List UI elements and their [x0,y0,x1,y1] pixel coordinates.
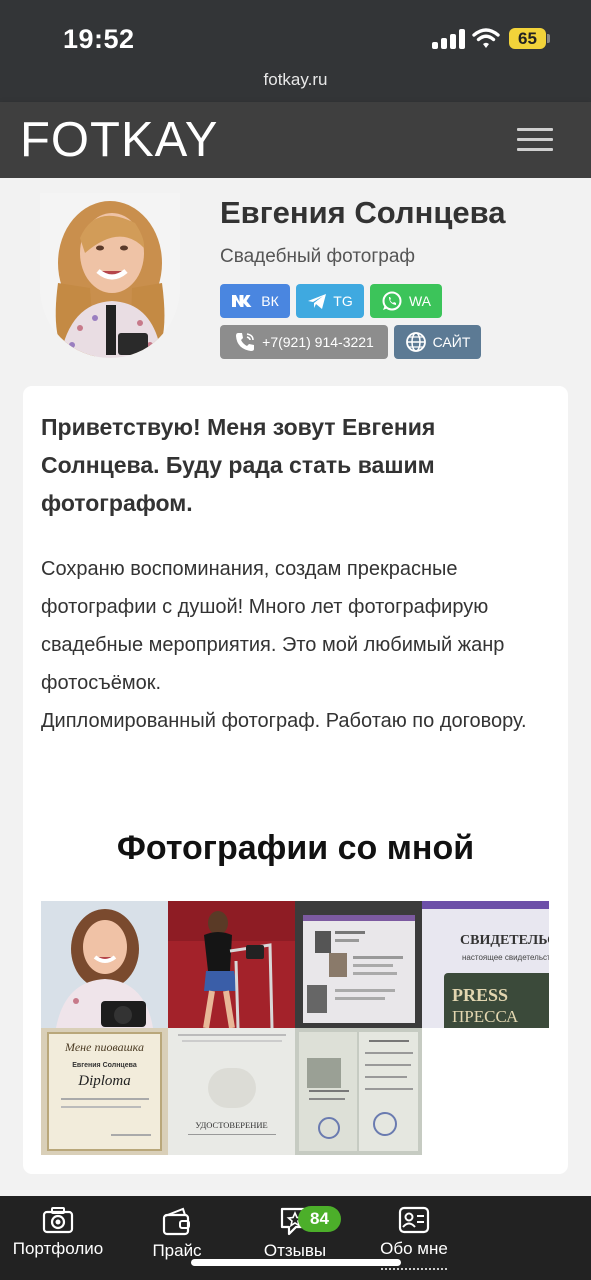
diploma-name: Евгения Солнцева [72,1062,137,1069]
avatar [40,193,180,358]
site-logo[interactable]: FOTKAY [20,112,218,168]
press-certificate-subtitle: настоящее свидетельство в [462,953,549,962]
gallery-photo[interactable]: Мене пиовашка Евгения Солнцева Diploma [41,1028,168,1155]
pressa-label: ПРЕССА [452,1007,519,1026]
status-time: 19:52 [63,24,135,54]
globe-icon [405,332,426,352]
photographer-role: Свадебный фотограф [220,246,416,267]
site-header: FOTKAY [0,102,591,178]
bottom-tab-bar: Портфолио Прайс Отзывы 84 Обо мне [0,1196,591,1280]
gallery-photo[interactable]: УДОСТОВЕРЕНИЕ [168,1028,295,1155]
hamburger-menu-icon[interactable] [517,128,553,154]
about-card: Приветствую! Меня зовут Евгения Солнцева… [23,386,568,1174]
diploma-header: Мене пиовашка [65,1040,144,1054]
telegram-icon [308,293,327,309]
gallery-photo[interactable] [41,901,168,1028]
tab-portfolio[interactable]: Портфолио [8,1206,108,1266]
about-paragraph: Дипломированный фотограф. Работаю по дог… [41,710,527,732]
page: 19:52 65 fotkay.ru FOTKAY Евгения Солнце… [0,0,591,1280]
battery-tip [547,34,550,43]
whatsapp-button[interactable]: WA [370,284,442,318]
profile-header: Евгения Солнцева Свадебный фотограф ВК T… [0,178,591,388]
tab-label: Прайс [152,1241,202,1260]
wallet-icon [162,1207,190,1236]
press-label: PRESS [452,985,509,1005]
address-bar-url[interactable]: fotkay.ru [0,70,591,90]
vk-button-label: ВК [261,293,279,309]
signal-icon [432,29,465,49]
greeting-heading: Приветствую! Меня зовут Евгения Солнцева… [41,414,436,516]
whatsapp-icon [382,291,402,311]
gallery-photo[interactable]: СВИДЕТЕЛЬСТ настоящее свидетельство в PR… [422,901,549,1028]
active-tab-indicator [381,1268,447,1270]
photographer-name: Евгения Солнцева [220,195,506,230]
tab-label: Отзывы [263,1241,327,1260]
whatsapp-button-label: WA [408,293,432,309]
camera-icon [42,1207,74,1234]
telegram-button[interactable]: TG [296,284,364,318]
gallery-photo[interactable] [295,901,422,1028]
vk-icon [232,295,252,307]
home-indicator[interactable] [191,1259,401,1266]
press-certificate-title: СВИДЕТЕЛЬСТ [460,933,549,948]
website-button-label: САЙТ [432,334,471,350]
diploma-title: Diploma [78,1073,131,1089]
wifi-icon [472,28,500,48]
vk-button[interactable]: ВК [220,284,290,318]
udostoverenie-title: УДОСТОВЕРЕНИЕ [195,1120,268,1130]
gallery-title: Фотографии со мной [116,829,475,867]
gallery-photo[interactable] [295,1028,422,1155]
about-text: Сохраню воспоминания, создам прекрасные … [41,550,551,740]
battery-indicator: 65 [509,28,546,49]
tab-label: Обо мне [380,1239,448,1258]
telegram-button-label: TG [333,293,353,309]
status-bar: 19:52 65 fotkay.ru [0,0,591,102]
tab-about[interactable]: Обо мне [375,1206,453,1266]
gallery-photo[interactable] [168,901,295,1028]
tab-price[interactable]: Прайс [140,1206,214,1266]
phone-number: +7(921) 914-3221 [262,334,374,350]
reviews-count-badge: 84 [298,1206,341,1232]
id-card-icon [398,1206,430,1234]
phone-button[interactable]: +7(921) 914-3221 [220,325,388,359]
phone-icon [236,333,255,351]
about-paragraph: Сохраню воспоминания, создам прекрасные … [41,558,505,694]
website-button[interactable]: САЙТ [394,325,481,359]
tab-label: Портфолио [12,1239,104,1258]
